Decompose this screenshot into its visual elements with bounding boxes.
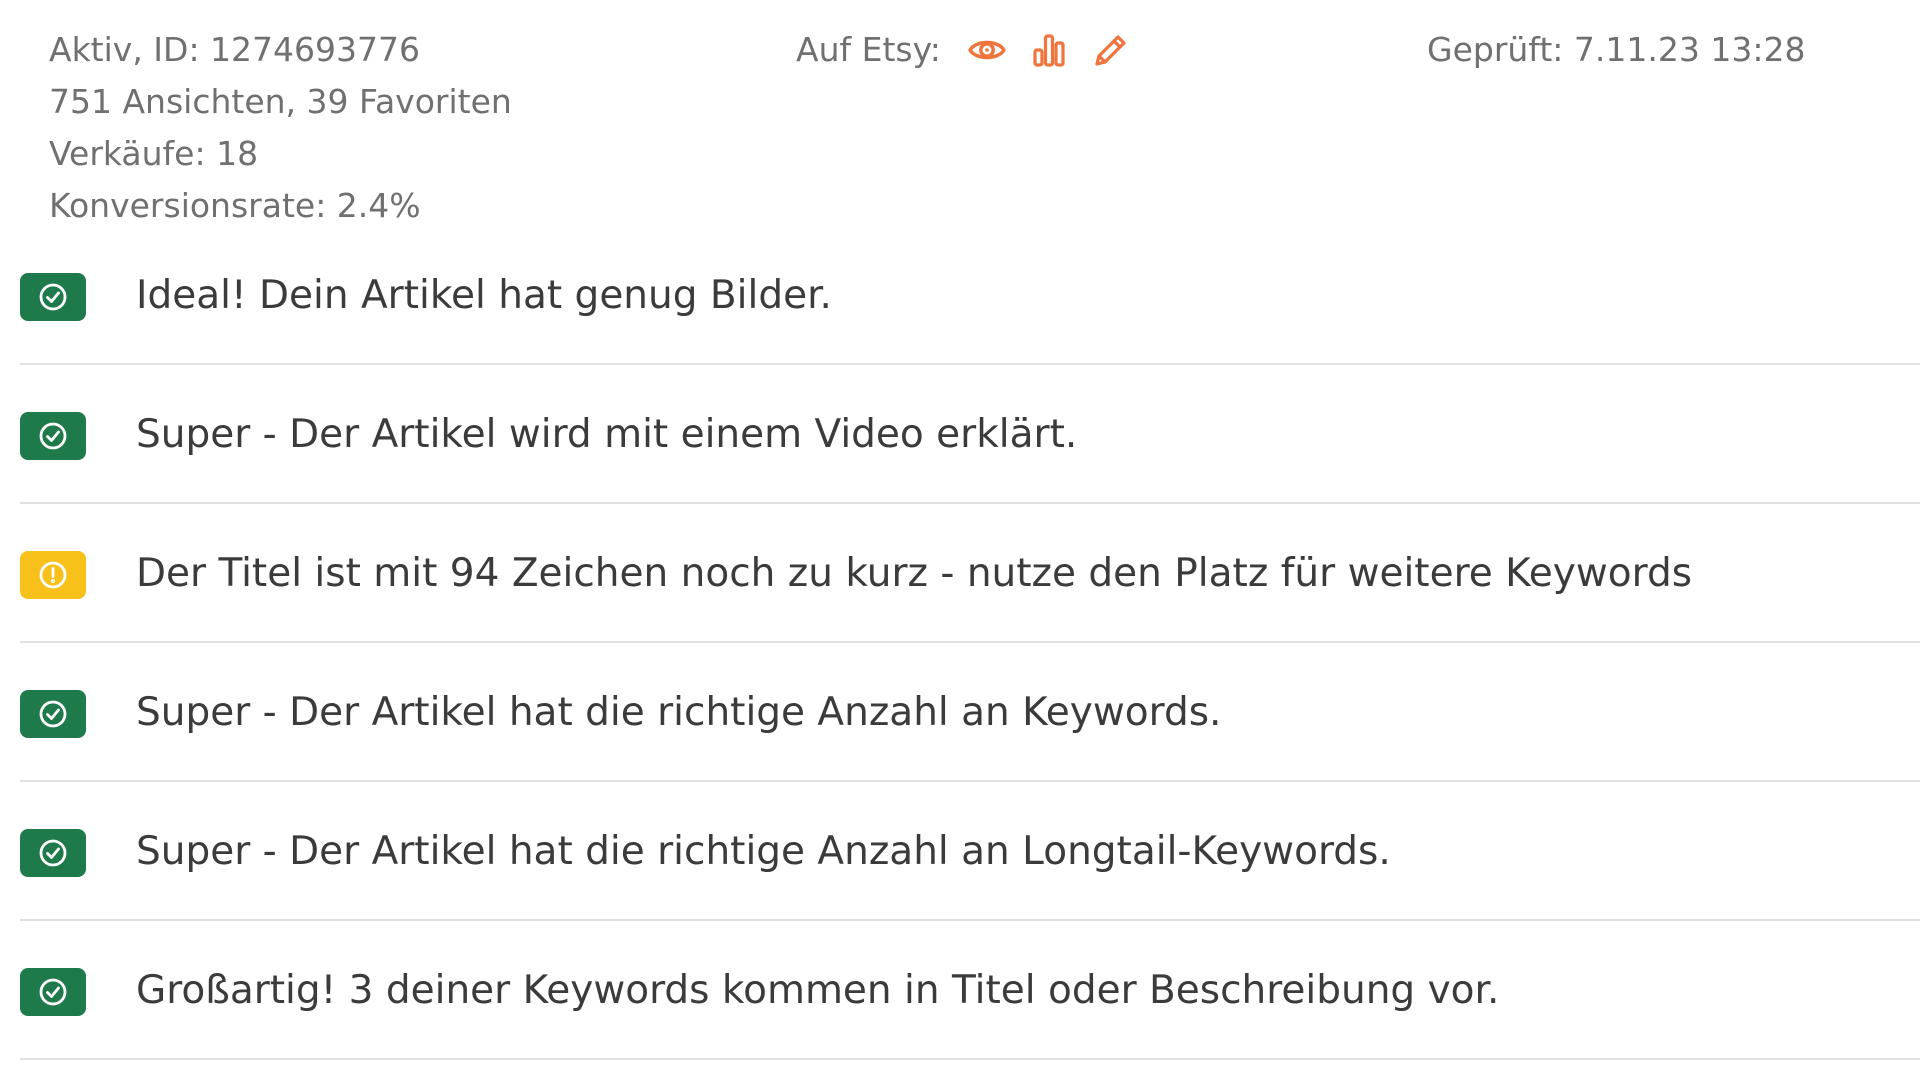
- exclamation-circle-icon: [39, 561, 67, 589]
- pencil-icon[interactable]: [1089, 28, 1133, 72]
- etsy-label: Auf Etsy:: [796, 30, 941, 69]
- status-badge: [20, 690, 86, 738]
- listing-views-favorites: 751 Ansichten, 39 Favoriten: [49, 82, 512, 121]
- check-message: Großartig! 3 deiner Keywords kommen in T…: [136, 968, 1500, 1013]
- etsy-links: Auf Etsy:: [796, 24, 1151, 76]
- status-badge: [20, 968, 86, 1016]
- status-badge: [20, 551, 86, 599]
- checked-timestamp: Geprüft: 7.11.23 13:28: [1427, 30, 1806, 69]
- check-message: Super - Der Artikel hat die richtige Anz…: [136, 690, 1222, 735]
- check-message: Super - Der Artikel wird mit einem Video…: [136, 412, 1078, 457]
- list-item: Super - Der Artikel wird mit einem Video…: [20, 365, 1920, 504]
- list-item: Großartig! 3 deiner Keywords kommen in T…: [20, 921, 1920, 1060]
- status-badge: [20, 412, 86, 460]
- status-badge: [20, 829, 86, 877]
- status-badge: [20, 273, 86, 321]
- check-circle-icon: [39, 700, 67, 728]
- eye-icon[interactable]: [965, 28, 1009, 72]
- list-item: Der Titel ist mit 94 Zeichen noch zu kur…: [20, 504, 1920, 643]
- check-message: Der Titel ist mit 94 Zeichen noch zu kur…: [136, 551, 1693, 596]
- check-circle-icon: [39, 422, 67, 450]
- check-message: Ideal! Dein Artikel hat genug Bilder.: [136, 273, 832, 318]
- listing-conversion-rate: Konversionsrate: 2.4%: [49, 186, 421, 225]
- listing-stats: Aktiv, ID: 1274693776 751 Ansichten, 39 …: [49, 24, 512, 232]
- listing-sales: Verkäufe: 18: [49, 134, 259, 173]
- check-circle-icon: [39, 283, 67, 311]
- list-item: Super - Der Artikel hat die richtige Anz…: [20, 782, 1920, 921]
- list-item: Super - Der Artikel hat die richtige Anz…: [20, 643, 1920, 782]
- list-item: Ideal! Dein Artikel hat genug Bilder.: [20, 226, 1920, 365]
- checked-timestamp-block: Geprüft: 7.11.23 13:28: [1427, 24, 1805, 76]
- check-list: Ideal! Dein Artikel hat genug Bilder. Su…: [20, 226, 1920, 1060]
- bar-chart-icon[interactable]: [1027, 28, 1071, 72]
- listing-status-id: Aktiv, ID: 1274693776: [49, 30, 421, 69]
- check-message: Super - Der Artikel hat die richtige Anz…: [136, 829, 1391, 874]
- listing-check-panel: Aktiv, ID: 1274693776 751 Ansichten, 39 …: [0, 0, 1920, 1080]
- check-circle-icon: [39, 978, 67, 1006]
- check-circle-icon: [39, 839, 67, 867]
